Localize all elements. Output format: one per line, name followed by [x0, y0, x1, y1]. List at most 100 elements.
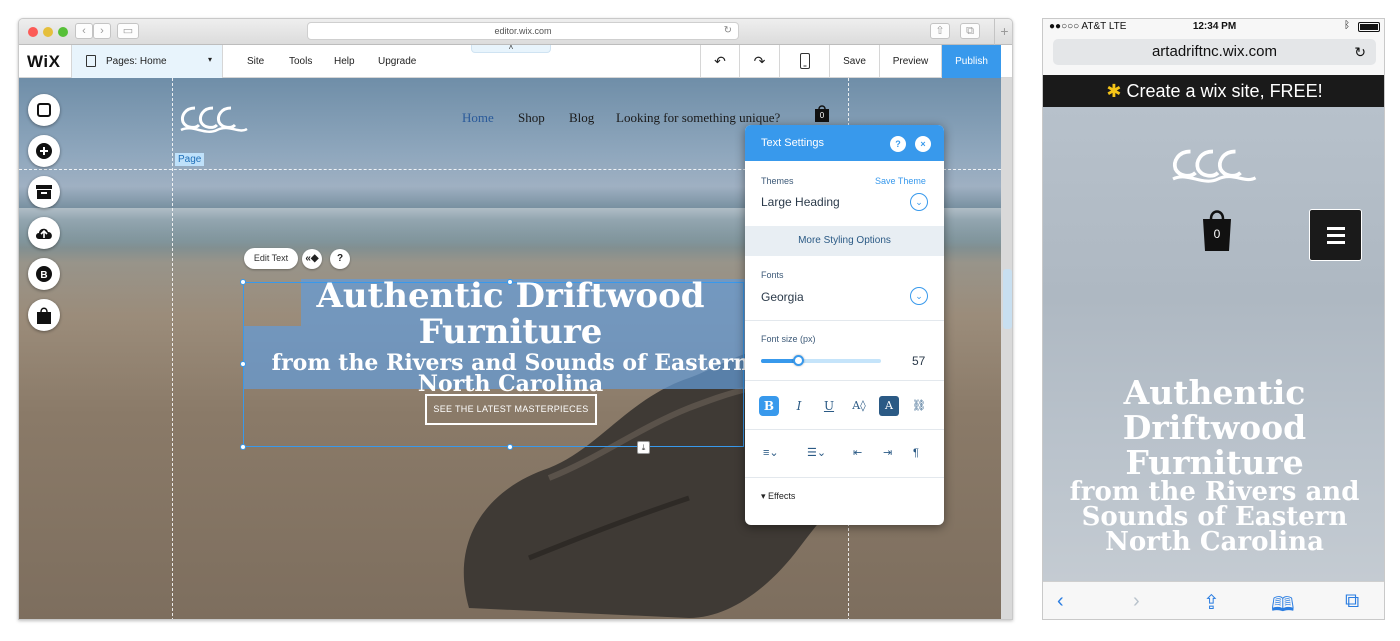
- close-icon[interactable]: ×: [915, 136, 931, 152]
- themes-label: Themes: [761, 176, 794, 186]
- store-icon[interactable]: [28, 299, 60, 331]
- share-icon[interactable]: ⇧: [930, 23, 950, 39]
- pages-label: Pages: Home: [106, 56, 167, 67]
- upload-icon[interactable]: [28, 217, 60, 249]
- mobile-address-bar[interactable]: artadriftnc.wix.com ↻: [1053, 39, 1376, 65]
- wix-star-icon: ✱: [1106, 81, 1122, 101]
- align-center-icon[interactable]: ≡⌄: [763, 445, 779, 461]
- banner-text: Create a wix site, FREE!: [1126, 81, 1323, 101]
- new-tab-button[interactable]: +: [994, 19, 1012, 45]
- font-value[interactable]: Georgia: [761, 290, 804, 304]
- save-button[interactable]: Save: [829, 45, 879, 78]
- pages-icon: [86, 55, 96, 67]
- chevron-down-icon[interactable]: ⌄: [910, 193, 928, 211]
- site-wave-logo-icon[interactable]: [1159, 139, 1267, 189]
- forward-button[interactable]: ›: [93, 23, 111, 39]
- undo-icon[interactable]: ↶: [700, 45, 739, 78]
- forward-icon[interactable]: ›: [1133, 590, 1140, 613]
- bold-button[interactable]: B: [759, 396, 779, 416]
- collapse-toolbar-tab[interactable]: ˄: [471, 44, 551, 53]
- stretch-handle-icon[interactable]: ⤓: [637, 441, 650, 454]
- font-size-value[interactable]: 57: [912, 354, 925, 368]
- zoom-window-button[interactable]: [58, 27, 68, 37]
- theme-value[interactable]: Large Heading: [761, 195, 840, 209]
- site-nav-unique[interactable]: Looking for something unique?: [616, 110, 780, 126]
- help-icon[interactable]: ?: [890, 136, 906, 152]
- site-nav-home[interactable]: Home: [462, 110, 494, 126]
- shopping-bag-icon[interactable]: 0: [815, 104, 829, 122]
- divider: [745, 320, 944, 321]
- address-bar[interactable]: editor.wix.com ↻: [307, 22, 739, 40]
- browser-chrome: ‹ › ▭ editor.wix.com ↻ ⇧ ⧉ +: [19, 19, 1012, 45]
- publish-button[interactable]: Publish: [941, 45, 1001, 78]
- more-styling-options-button[interactable]: More Styling Options: [745, 226, 944, 256]
- mobile-hero-heading[interactable]: Authentic Driftwood Furniture from the R…: [1043, 375, 1384, 555]
- text-color-icon[interactable]: A◊: [849, 396, 869, 416]
- reload-icon[interactable]: ↻: [1354, 39, 1366, 65]
- text-direction-icon[interactable]: ¶: [913, 445, 919, 461]
- fonts-label: Fonts: [761, 270, 784, 280]
- help-icon[interactable]: ?: [330, 249, 350, 269]
- chevron-down-icon[interactable]: ⌄: [910, 287, 928, 305]
- wix-promo-banner[interactable]: ✱ Create a wix site, FREE!: [1043, 75, 1384, 107]
- site-nav-blog[interactable]: Blog: [569, 110, 594, 126]
- pages-dropdown[interactable]: Pages: Home ▾: [71, 45, 223, 78]
- hero-heading[interactable]: Authentic Driftwood Furniture from the R…: [243, 276, 778, 397]
- heading-line: Furniture: [418, 312, 603, 352]
- subheading-line: North Carolina: [417, 371, 604, 397]
- redo-icon[interactable]: ↷: [739, 45, 779, 78]
- cta-button[interactable]: SEE THE LATEST MASTERPIECES: [425, 394, 597, 425]
- edit-text-button[interactable]: Edit Text: [244, 248, 298, 269]
- resize-handle[interactable]: [507, 444, 513, 450]
- site-nav-shop[interactable]: Shop: [518, 110, 545, 126]
- menu-tools[interactable]: Tools: [289, 56, 312, 67]
- save-theme-link[interactable]: Save Theme: [875, 176, 926, 186]
- site-wave-logo-icon[interactable]: [177, 98, 249, 138]
- indent-increase-icon[interactable]: ⇥: [883, 445, 892, 461]
- clock: 12:34 PM: [1192, 21, 1237, 32]
- status-bar: ●●○○○ AT&T LTE 12:34 PM ᛒ: [1043, 19, 1384, 35]
- scrollbar-thumb[interactable]: [1003, 269, 1012, 329]
- back-button[interactable]: ‹: [75, 23, 93, 39]
- menu-help[interactable]: Help: [334, 56, 355, 67]
- sidebar-toggle-icon[interactable]: ▭: [117, 23, 139, 39]
- menu-site[interactable]: Site: [247, 56, 264, 67]
- link-icon[interactable]: ⛓: [909, 396, 929, 416]
- animation-icon[interactable]: «◆: [302, 249, 322, 269]
- heading-line: Driftwood: [1122, 408, 1307, 447]
- mobile-view-icon[interactable]: [779, 45, 829, 78]
- bookmarks-icon[interactable]: 🕮: [1271, 590, 1295, 619]
- divider: [745, 429, 944, 430]
- share-icon[interactable]: ⇪: [1203, 590, 1220, 615]
- add-icon[interactable]: [28, 94, 60, 126]
- battery-icon: [1358, 22, 1380, 32]
- bullet-list-icon[interactable]: ☰⌄: [807, 445, 826, 461]
- underline-button[interactable]: U: [819, 396, 839, 416]
- indent-decrease-icon[interactable]: ⇤: [853, 445, 862, 461]
- preview-button[interactable]: Preview: [879, 45, 941, 78]
- tabs-icon[interactable]: ⧉: [1345, 590, 1359, 613]
- font-size-slider[interactable]: [761, 355, 881, 366]
- canvas-scrollbar[interactable]: [1001, 78, 1012, 619]
- hamburger-menu-icon[interactable]: [1309, 209, 1362, 261]
- shopping-bag-icon[interactable]: 0: [1201, 207, 1233, 251]
- highlight-color-icon[interactable]: A: [879, 396, 899, 416]
- heading-line: Authentic Driftwood: [316, 276, 705, 316]
- panel-title: Text Settings: [761, 137, 824, 149]
- left-page-guide: [172, 78, 173, 619]
- slider-knob[interactable]: [793, 355, 805, 366]
- tabs-icon[interactable]: ⧉: [960, 23, 980, 39]
- menu-upgrade[interactable]: Upgrade: [378, 56, 416, 67]
- text-settings-panel: Text Settings ? × Themes Save Theme Larg…: [745, 125, 944, 525]
- blog-icon[interactable]: B: [28, 258, 60, 290]
- close-window-button[interactable]: [28, 27, 38, 37]
- reload-icon[interactable]: ↻: [724, 23, 732, 39]
- italic-button[interactable]: I: [789, 396, 809, 416]
- add-apps-icon[interactable]: [28, 176, 60, 208]
- minimize-window-button[interactable]: [43, 27, 53, 37]
- background-icon[interactable]: [28, 135, 60, 167]
- resize-handle[interactable]: [240, 444, 246, 450]
- back-icon[interactable]: ‹: [1057, 590, 1064, 613]
- wix-logo[interactable]: WiX: [27, 52, 60, 72]
- effects-toggle[interactable]: ▾ Effects: [761, 491, 795, 502]
